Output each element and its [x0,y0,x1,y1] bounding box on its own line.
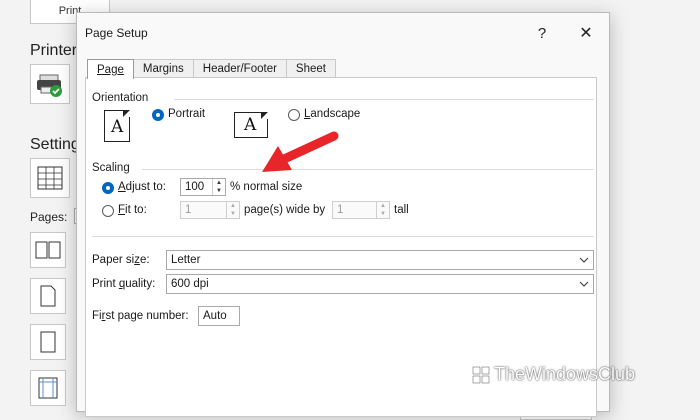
adjust-to-radio[interactable] [102,182,114,194]
tab-margins[interactable]: Margins [132,59,194,78]
tab-sheet[interactable]: Sheet [285,59,336,78]
spin-up-icon[interactable]: ▲ [377,202,389,210]
paper-size-select[interactable]: Letter [166,250,594,270]
paper-icon [40,331,56,353]
spin-down-icon[interactable]: ▼ [213,187,225,195]
chevron-down-icon[interactable] [575,251,593,269]
tab-page[interactable]: Page [87,59,134,79]
fit-wide-value: 1 [185,204,192,216]
collate-selector[interactable] [30,232,66,268]
print-quality-label: Print quality: [92,278,156,290]
orientation-selector[interactable] [30,278,66,314]
fit-tall-value: 1 [337,204,344,216]
printer-heading: Printer [30,42,78,59]
paper-size-value: Letter [171,254,201,266]
spin-down-icon[interactable]: ▼ [227,210,239,218]
first-page-number-value: Auto [203,310,227,322]
dialog-tabs: Page Margins Header/Footer Sheet [87,59,336,79]
first-page-number-label: First page number: [92,310,189,322]
paper-size-selector[interactable] [30,324,66,360]
orientation-group-label: Orientation [92,92,149,104]
print-range-selector[interactable] [30,158,70,198]
spin-down-icon[interactable]: ▼ [377,210,389,218]
fit-wide-spinner[interactable]: 1 ▲ ▼ [180,201,240,219]
adjust-to-spinner[interactable]: 100 ▲ ▼ [180,178,226,196]
settings-heading: Setting [30,136,80,153]
printer-icon [37,74,62,97]
landscape-radio[interactable] [288,109,300,121]
scaling-divider [142,169,594,170]
sheet-grid-icon [37,166,63,190]
paper-size-label: Paper size: [92,254,150,266]
spin-up-icon[interactable]: ▲ [213,179,225,187]
landscape-label[interactable]: Landscape [304,108,360,120]
two-pages-icon [35,241,61,259]
dialog-title: Page Setup [85,26,148,40]
orientation-divider [174,99,594,100]
scaling-group-label: Scaling [92,162,130,174]
page-icon [40,285,56,307]
tab-header-footer[interactable]: Header/Footer [192,59,287,78]
red-arrow-annotation [262,131,339,172]
print-preview-area [610,0,700,400]
printer-selector[interactable] [30,64,70,104]
close-icon: ✕ [579,25,593,42]
fit-to-label[interactable]: Fit to: [118,204,147,216]
adjust-to-value: 100 [185,181,205,193]
first-page-number-input[interactable]: Auto [198,306,240,326]
portrait-radio[interactable] [152,109,164,121]
margins-icon [38,377,58,399]
chevron-down-icon[interactable] [575,275,593,293]
print-quality-select[interactable]: 600 dpi [166,274,594,294]
windows-club-logo-icon [472,366,490,383]
adjust-to-suffix: % normal size [230,181,303,193]
fit-tall-suffix: tall [394,204,409,216]
margins-selector[interactable] [30,370,66,406]
print-quality-value: 600 dpi [171,278,209,290]
portrait-page-icon: A [104,110,130,142]
watermark: TheWindowsClub [472,364,635,385]
fit-to-radio[interactable] [102,205,114,217]
fit-tall-spinner[interactable]: 1 ▲ ▼ [332,201,390,219]
scaling-bottom-divider [92,236,594,237]
watermark-text: TheWindowsClub [494,364,636,384]
pages-label: Pages: [30,210,68,224]
adjust-to-label[interactable]: Adjust to: [118,181,166,193]
page-setup-dialog: Page Setup ? ✕ Page Margins Header/Foote… [76,12,610,417]
portrait-label[interactable]: Portrait [168,108,205,120]
dialog-titlebar[interactable]: Page Setup ? ✕ [77,13,609,53]
help-button[interactable]: ? [527,21,557,45]
close-button[interactable]: ✕ [571,21,601,45]
fit-wide-suffix: page(s) wide by [244,204,326,216]
help-icon: ? [537,24,547,42]
spin-up-icon[interactable]: ▲ [227,202,239,210]
